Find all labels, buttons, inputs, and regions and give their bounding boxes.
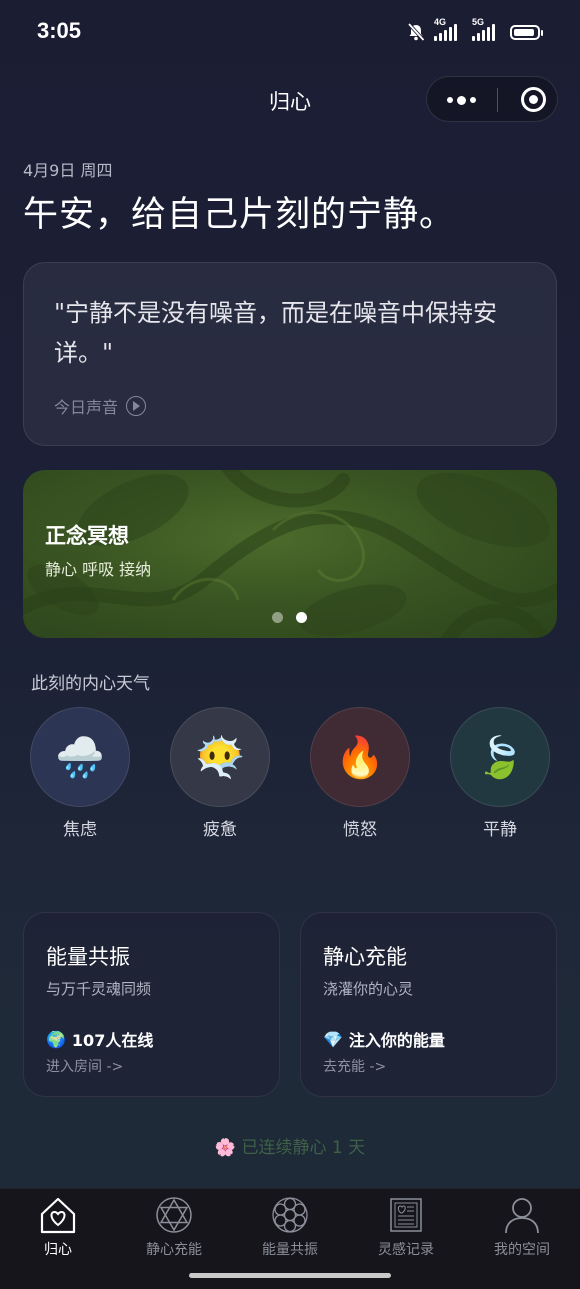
mood-selector: 🌧️ 焦虑 😶‍🌫️ 疲惫 🔥 愤怒 🍃 平静 (30, 707, 550, 847)
tab-home[interactable]: 归心 (0, 1195, 116, 1259)
online-count-text: 107人在线 (71, 1031, 154, 1050)
blossom-icon: 🌸 (214, 1138, 237, 1158)
enter-room-link[interactable]: 进入房间 -> (46, 1056, 123, 1076)
tab-inspiration[interactable]: 灵感记录 (348, 1195, 464, 1259)
mood-angry[interactable]: 🔥 愤怒 (310, 707, 410, 840)
signal-icon: 4G (434, 17, 464, 41)
tab-my-space[interactable]: 我的空间 (464, 1195, 580, 1259)
rain-cloud-icon[interactable]: 🌧️ (30, 707, 130, 807)
mood-label: 平静 (483, 820, 517, 840)
network-label-5g: 5G (472, 17, 485, 27)
energy-resonance-card[interactable]: 能量共振 与万千灵魂同频 🌍 107人在线 进入房间 -> (23, 912, 280, 1097)
mute-bell-icon (407, 22, 425, 42)
leaf-icon[interactable]: 🍃 (450, 707, 550, 807)
fatigue-face-icon[interactable]: 😶‍🌫️ (170, 707, 270, 807)
nav-bar: 归心 (0, 66, 580, 136)
mood-calm[interactable]: 🍃 平静 (450, 707, 550, 840)
play-circle-icon[interactable] (126, 396, 147, 416)
date-label: 4月9日 周四 (23, 161, 113, 180)
more-dots-icon[interactable] (447, 77, 487, 123)
meditation-banner[interactable]: 正念冥想 静心 呼吸 接纳 (23, 470, 557, 638)
mood-label: 焦虑 (63, 820, 97, 840)
tab-energy[interactable]: 能量共振 (232, 1195, 348, 1259)
signal-icon: 5G (472, 17, 502, 41)
gem-icon: 💎 (323, 1029, 343, 1049)
mood-anxious[interactable]: 🌧️ 焦虑 (30, 707, 130, 840)
status-bar: 3:05 4G 5G (0, 0, 580, 66)
mood-tired[interactable]: 😶‍🌫️ 疲惫 (170, 707, 270, 840)
tab-label: 灵感记录 (378, 1242, 434, 1258)
tab-label: 归心 (44, 1242, 72, 1258)
star-of-david-icon (156, 1197, 192, 1233)
streak-text: 已连续静心 1 天 (241, 1138, 366, 1158)
globe-icon: 🌍 (46, 1029, 66, 1049)
mini-program-capsule (426, 76, 558, 122)
tab-recharge[interactable]: 静心充能 (116, 1195, 232, 1259)
mood-label: 疲惫 (203, 820, 237, 840)
online-count: 🌍 107人在线 (46, 1027, 153, 1051)
go-recharge-link[interactable]: 去充能 -> (323, 1056, 386, 1076)
home-indicator[interactable] (189, 1273, 391, 1278)
card-title: 静心充能 (323, 945, 407, 969)
status-time: 3:05 (37, 18, 82, 43)
target-icon[interactable] (521, 87, 546, 112)
tab-label: 我的空间 (494, 1242, 550, 1258)
quote-card: "宁静不是没有噪音，而是在噪音中保持安详。" 今日声音 (23, 262, 557, 446)
carousel-dot[interactable] (272, 612, 283, 623)
today-sound-label: 今日声音 (54, 398, 119, 417)
carousel-dot-active[interactable] (296, 612, 307, 623)
home-heart-icon (40, 1197, 76, 1234)
recharge-card[interactable]: 静心充能 浇灌你的心灵 💎 注入你的能量 去充能 -> (300, 912, 557, 1097)
journal-icon (390, 1198, 422, 1232)
card-subtitle: 与万千灵魂同频 (46, 980, 152, 998)
capsule-divider (497, 88, 498, 112)
banner-subtitle: 静心 呼吸 接纳 (45, 560, 152, 579)
battery-icon (510, 24, 543, 40)
card-title: 能量共振 (46, 945, 130, 969)
network-label-4g: 4G (434, 17, 447, 27)
tab-label: 能量共振 (262, 1242, 318, 1258)
carousel-indicator (272, 612, 307, 623)
fire-icon[interactable]: 🔥 (310, 707, 410, 807)
mood-label: 愤怒 (343, 820, 377, 840)
greeting-title: 午安，给自己片刻的宁静。 (23, 195, 456, 235)
flower-of-life-icon (272, 1197, 308, 1233)
inject-energy-text: 注入你的能量 (348, 1031, 445, 1050)
tab-label: 静心充能 (146, 1242, 202, 1258)
card-subtitle: 浇灌你的心灵 (323, 980, 414, 998)
streak-label: 🌸 已连续静心 1 天 (0, 1133, 580, 1158)
banner-title: 正念冥想 (45, 524, 129, 548)
today-sound-button[interactable]: 今日声音 (54, 394, 147, 418)
quote-text: "宁静不是没有噪音，而是在噪音中保持安详。" (54, 299, 498, 367)
inject-energy: 💎 注入你的能量 (323, 1027, 445, 1051)
feature-cards: 能量共振 与万千灵魂同频 🌍 107人在线 进入房间 -> 静心充能 浇灌你的心… (23, 912, 557, 1098)
status-icons: 4G 5G (406, 17, 543, 44)
user-icon (505, 1198, 539, 1234)
weather-section-title: 此刻的内心天气 (31, 674, 150, 694)
